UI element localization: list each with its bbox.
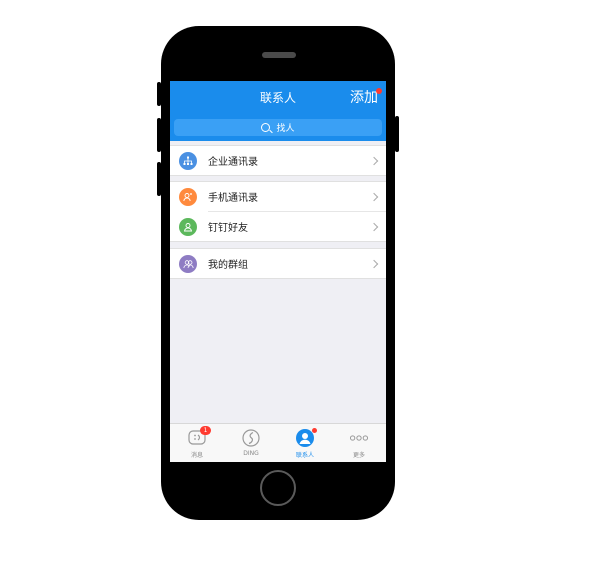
list-item-my-groups[interactable]: 我的群组 <box>170 249 386 278</box>
chevron-right-icon <box>369 222 379 231</box>
phone-screen: 联系人 添加 找人 企业通讯录 手机通讯录 钉钉好友 我的群组 1 消息 DIN… <box>170 81 386 462</box>
tab-messages[interactable]: 1 消息 <box>170 424 224 462</box>
chevron-right-icon <box>369 192 379 201</box>
search-placeholder: 找人 <box>276 124 295 134</box>
list-item-enterprise-directory[interactable]: 企业通讯录 <box>170 146 386 175</box>
power-button <box>395 116 399 152</box>
ding-icon <box>241 428 261 448</box>
phone-speaker <box>262 52 296 58</box>
contacts-group-1: 企业通讯录 <box>170 145 386 176</box>
list-item-phone-contacts[interactable]: 手机通讯录 <box>170 182 386 211</box>
stage: 联系人 添加 找人 企业通讯录 手机通讯录 钉钉好友 我的群组 1 消息 DIN… <box>0 0 600 570</box>
chevron-right-icon <box>369 156 379 165</box>
tab-label: DING <box>243 450 259 457</box>
list-item-label: 钉钉好友 <box>208 223 248 234</box>
contacts-group-2: 手机通讯录 钉钉好友 <box>170 181 386 242</box>
list-item-label: 企业通讯录 <box>208 157 258 168</box>
contacts-group-3: 我的群组 <box>170 248 386 279</box>
tab-bar: 1 消息 DING 联系人 更多 <box>170 423 386 462</box>
tab-contacts[interactable]: 联系人 <box>278 424 332 462</box>
chevron-right-icon <box>369 259 379 268</box>
tab-ding[interactable]: DING <box>224 424 278 462</box>
tab-label: 更多 <box>352 452 365 459</box>
add-button[interactable]: 添加 <box>350 87 378 107</box>
home-button[interactable] <box>260 470 296 506</box>
org-chart-icon <box>179 151 197 170</box>
tab-more[interactable]: 更多 <box>332 424 386 462</box>
unread-badge: 1 <box>200 426 211 435</box>
nav-bar: 联系人 添加 找人 <box>170 81 386 141</box>
friend-icon <box>179 217 197 236</box>
add-badge-dot <box>376 88 382 94</box>
list-item-label: 我的群组 <box>208 260 248 271</box>
group-icon <box>179 254 197 273</box>
phone-contacts-icon <box>179 187 197 206</box>
list-item-dingtalk-friends[interactable]: 钉钉好友 <box>179 211 386 241</box>
tab-label: 消息 <box>190 452 203 459</box>
tab-label: 联系人 <box>295 452 314 459</box>
contacts-badge-dot <box>312 428 317 433</box>
more-icon <box>349 428 369 448</box>
list-item-label: 手机通讯录 <box>208 193 258 204</box>
search-input[interactable]: 找人 <box>174 119 382 136</box>
search-icon <box>261 123 271 132</box>
